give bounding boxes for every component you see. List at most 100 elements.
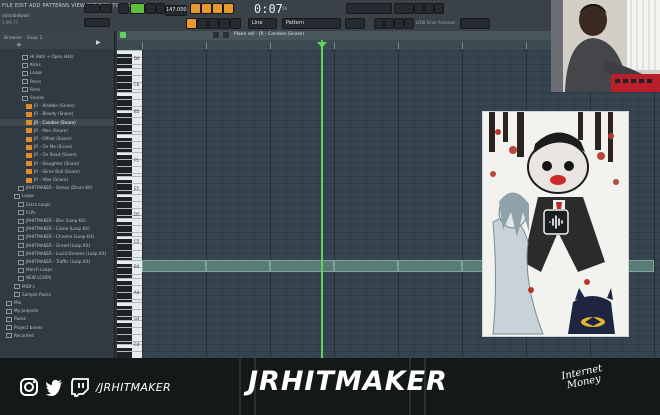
browser-item-label: Loops (22, 193, 35, 199)
instagram-icon[interactable] (19, 377, 39, 397)
twitter-icon[interactable] (44, 377, 64, 397)
browser-item[interactable]: JRHITMAKER - Chrome (Loop Kit) (18, 234, 94, 240)
stamp-icon[interactable] (223, 32, 229, 38)
key-label: D6 (134, 56, 140, 61)
white-key-separator (117, 256, 142, 258)
browser-header: Browser - Snap 1 + ▶ (0, 31, 114, 49)
note-block[interactable] (398, 260, 462, 272)
white-key-separator (117, 309, 142, 310)
browser-item[interactable]: Project bones (6, 325, 42, 331)
browser-item[interactable]: Percs (22, 79, 41, 85)
browser-menu-icon[interactable]: ▶ (96, 39, 101, 46)
snap-mode-select[interactable]: Line (248, 18, 277, 29)
browser-item[interactable]: JR - Slaughter (Snare) (26, 161, 79, 167)
ruler-tick (462, 42, 463, 49)
browser-item[interactable]: JRHITMAKER - Came (Loop Kit) (18, 226, 90, 232)
plugin-picker-icon[interactable] (424, 3, 434, 14)
note-block[interactable] (334, 260, 398, 272)
browser-item[interactable]: JR - On Me (Snare) (26, 144, 72, 150)
browser-item[interactable]: JRHITMAKER - Lucid Dreams (Loop Kit) (18, 251, 106, 257)
browser-item[interactable]: Snares (22, 95, 44, 101)
pat-button[interactable] (118, 3, 129, 14)
browser-item[interactable]: JRHITMAKER - Genus (Drum Kit) (18, 185, 93, 191)
webcam-person (551, 0, 660, 92)
note-block[interactable] (206, 260, 270, 272)
record-button[interactable] (156, 3, 165, 14)
browser-item[interactable]: Loops (14, 193, 34, 199)
browser-item[interactable]: My projects (6, 308, 38, 314)
folder-icon (6, 333, 12, 339)
folder-icon (6, 300, 12, 306)
playlist-icon[interactable] (374, 18, 384, 29)
audio-wave-icon[interactable] (543, 209, 569, 235)
stop-button[interactable] (145, 3, 156, 14)
browser-item[interactable]: Extra Loops (18, 202, 51, 208)
browser-item[interactable]: JR - Man (Snare) (26, 128, 68, 134)
browser-item[interactable]: JR - Candies (Snare) (26, 120, 76, 126)
browser-item[interactable]: Packs (6, 316, 26, 322)
pitch-slider[interactable] (84, 18, 110, 27)
wait-input-button[interactable] (201, 3, 212, 14)
ruler-tick (142, 42, 143, 49)
hint-monitor: LOW Sinar Assessor (416, 20, 456, 25)
browser-item[interactable]: JRHITMAKER - Blvr (Loop Kit) (18, 218, 86, 224)
help-icon[interactable] (434, 3, 444, 14)
browser-item[interactable]: JR - On Road (Snare) (26, 152, 77, 158)
playhead-marker[interactable] (317, 42, 327, 48)
loop-record-button[interactable] (223, 3, 234, 14)
note-block[interactable] (142, 260, 206, 272)
key-label: C4 (134, 342, 140, 347)
browser-item[interactable]: Loops (22, 70, 42, 76)
mute-icon[interactable] (219, 18, 230, 29)
browser-item[interactable]: JR - Aladdin (Snare) (26, 103, 75, 109)
paint-icon[interactable] (208, 18, 219, 29)
slice-icon[interactable] (230, 18, 241, 29)
browser-item[interactable]: MIDI's (14, 284, 35, 290)
metronome-button[interactable] (190, 3, 201, 14)
pattern-selector[interactable]: Pattern (282, 18, 341, 29)
channel-rack-icon[interactable] (394, 18, 404, 29)
browser-item[interactable]: JRHITMAKER - Greed (Loop Kit) (18, 243, 90, 249)
browser-item[interactable]: March Loops (18, 267, 52, 273)
piano-roll-icon[interactable] (384, 18, 394, 29)
piano-keyboard[interactable]: D6 C6 B5 F5 E5 D5 C5 B4 A4 G4 C4 (117, 50, 142, 362)
browser-item[interactable]: Mix (6, 300, 21, 306)
browser-item[interactable]: Kicks (22, 62, 41, 68)
browser-item[interactable]: FLPs (18, 210, 35, 216)
paste-icon[interactable] (197, 18, 208, 29)
browser-item[interactable]: Hi Hats + Open Hats (22, 54, 73, 60)
browser-item[interactable]: JRHITMAKER - Traffic (Loop Kit) (18, 259, 90, 265)
browser-item[interactable]: Rims (22, 87, 40, 93)
browser-item[interactable]: Recorded (6, 333, 34, 339)
browser-item[interactable]: JR - Slime Ball (Snare) (26, 169, 80, 175)
browser-item[interactable]: Sample Packs (14, 292, 51, 298)
folder-icon (18, 202, 24, 208)
browser-item[interactable]: JR - Bloody (Snare) (26, 111, 73, 117)
pattern-song-toggle[interactable] (84, 4, 100, 13)
snap-icon[interactable] (186, 18, 197, 29)
master-volume-knob[interactable] (100, 4, 112, 13)
magnet-icon[interactable] (213, 32, 219, 38)
play-button[interactable] (130, 3, 145, 14)
browser-icon[interactable] (414, 3, 424, 14)
browser-item[interactable]: NEW LOOPS (18, 275, 51, 281)
tempo-display[interactable]: 147.000 (165, 5, 187, 16)
browser-item-label: JR - Vibe (Snare) (34, 177, 69, 182)
playhead[interactable] (321, 40, 323, 358)
countdown-button[interactable] (212, 3, 223, 14)
mixer-icon[interactable] (404, 18, 414, 29)
note-block[interactable] (270, 260, 334, 272)
folder-icon (22, 54, 28, 60)
arrow-tool-icon[interactable] (120, 32, 126, 38)
white-key-separator (117, 277, 142, 279)
song-time-display[interactable]: 0:07 (254, 2, 283, 16)
audio-file-icon (26, 136, 32, 142)
folder-icon (18, 226, 24, 232)
twitch-icon[interactable] (70, 377, 90, 397)
browser-item[interactable]: JR - Offset (Snare) (26, 136, 72, 142)
collapse-icon[interactable]: + (16, 41, 22, 49)
folder-icon (14, 193, 20, 199)
add-pattern-button[interactable] (345, 18, 365, 29)
browser-item[interactable]: JR - Vibe (Snare) (26, 177, 68, 183)
white-key-separator (117, 232, 142, 233)
